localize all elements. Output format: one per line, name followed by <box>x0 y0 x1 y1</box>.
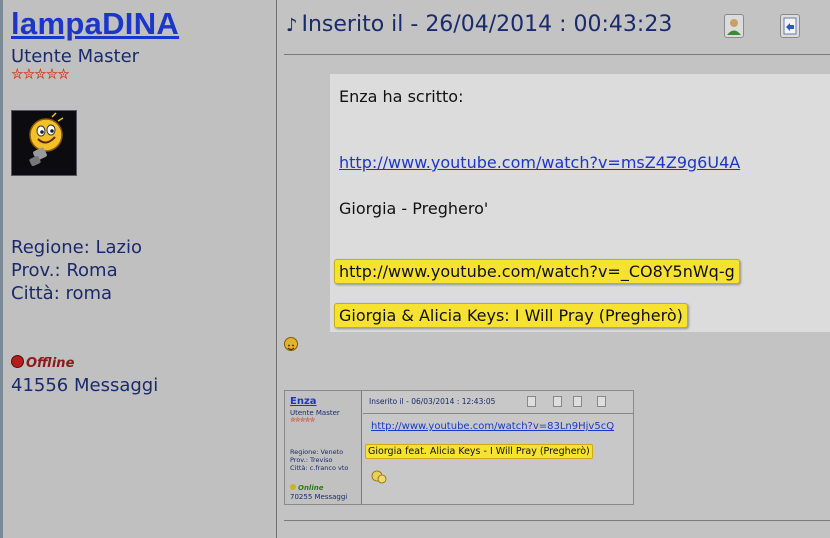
embedded-screenshot: Enza Utente Master ✮✮✮✮✮ Regione: Veneto… <box>284 390 634 505</box>
embedded-status-label: Online <box>298 484 324 492</box>
user-rank: Utente Master <box>11 46 140 67</box>
quote-block: Enza ha scritto: http://www.youtube.com/… <box>330 74 830 332</box>
embedded-post-count: 70255 Messaggi <box>290 493 348 501</box>
status-badge: Offline <box>11 355 74 371</box>
user-city: Città: roma <box>11 283 113 304</box>
quote-link-2-highlight[interactable]: http://www.youtube.com/watch?v=_CO8Y5nWq… <box>334 259 740 284</box>
user-region: Regione: Lazio <box>11 237 143 258</box>
embedded-smiley-icon <box>371 470 387 484</box>
embedded-city: Città: c.franco vto <box>290 464 349 472</box>
embedded-region: Regione: Veneto <box>290 448 344 456</box>
header-divider <box>284 54 830 55</box>
embedded-post-header: Inserito il - 06/03/2014 : 12:43:05 <box>369 397 496 406</box>
user-province: Prov.: Roma <box>11 260 118 281</box>
user-column: lampaDINA Utente Master ✮✮✮✮✮ Regione: L… <box>0 0 277 538</box>
post-column: ♪ Inserito il - 26/04/2014 : 00:43:23 Enz… <box>278 0 830 538</box>
embedded-user-column: Enza Utente Master ✮✮✮✮✮ Regione: Veneto… <box>285 391 362 504</box>
post-footer-divider <box>284 520 830 521</box>
embedded-rank-stars: ✮✮✮✮✮ <box>290 416 315 424</box>
music-note-icon: ♪ <box>286 15 298 36</box>
post-header: ♪ Inserito il - 26/04/2014 : 00:43:23 <box>286 12 672 37</box>
post-date: Inserito il - 26/04/2014 : 00:43:23 <box>301 12 673 37</box>
embedded-status-badge: Online <box>290 484 323 492</box>
quote-link-1[interactable]: http://www.youtube.com/watch?v=msZ4Z9g6U… <box>339 153 740 172</box>
quote-text-1: Giorgia - Preghero' <box>339 199 489 218</box>
embedded-doc-icon <box>573 396 582 407</box>
profile-icon[interactable] <box>724 14 744 38</box>
lightbulb-avatar-icon <box>12 111 76 175</box>
embedded-profile-icon <box>527 396 536 407</box>
user-profile-icon <box>727 19 741 35</box>
embedded-link: http://www.youtube.com/watch?v=83Ln9Hjv5… <box>371 421 615 432</box>
post-count: 41556 Messaggi <box>11 375 159 396</box>
smiley-face-icon <box>287 344 295 350</box>
embedded-divider <box>363 413 633 414</box>
status-label: Offline <box>26 356 75 371</box>
embedded-edit-icon <box>553 396 562 407</box>
avatar[interactable] <box>11 110 77 176</box>
embedded-highlight: Giorgia feat. Alicia Keys - I Will Pray … <box>365 444 593 459</box>
reply-quote-icon <box>783 17 797 35</box>
username-link[interactable]: lampaDINA <box>11 6 179 42</box>
embedded-bookmark-icon <box>597 396 606 407</box>
smiley-icon <box>284 337 298 351</box>
embedded-username: Enza <box>290 396 317 407</box>
online-icon <box>290 484 296 490</box>
offline-icon <box>11 355 24 368</box>
rank-stars: ✮✮✮✮✮ <box>11 65 70 83</box>
quote-reply-icon[interactable] <box>780 14 800 38</box>
embedded-province: Prov.: Treviso <box>290 456 333 464</box>
quote-author: Enza ha scritto: <box>339 87 464 106</box>
quote-text-2-highlight: Giorgia & Alicia Keys: I Will Pray (Preg… <box>334 303 688 328</box>
